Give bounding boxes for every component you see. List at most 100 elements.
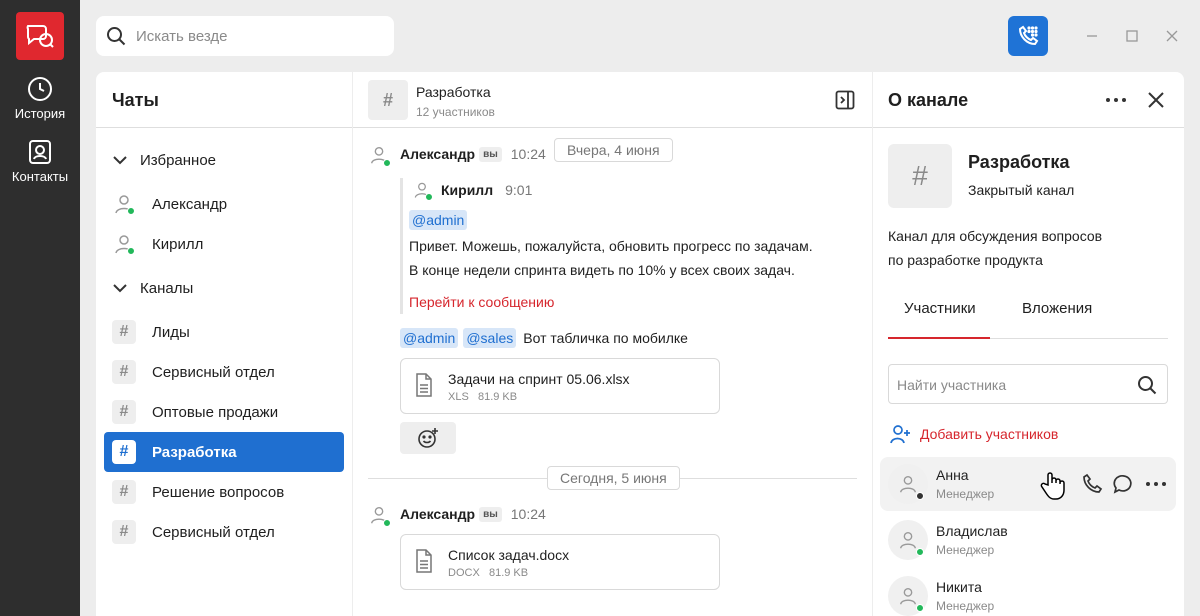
contacts-icon [29,140,51,164]
mention-tag[interactable]: @admin [409,210,468,230]
quote-header: Кирилл 9:01 [441,182,532,198]
sidebar-item-favorite[interactable]: Александр [104,184,344,224]
document-icon [416,373,432,397]
hash-icon: # [112,320,136,344]
sidebar-item-channel[interactable]: # Сервисный отдел [104,512,344,552]
sidebar-item-channel[interactable]: # Лиды [104,312,344,352]
user-avatar [368,504,392,528]
sidebar-item-label: Сервисный отдел [152,523,275,541]
clock-icon [28,77,52,101]
message-author[interactable]: Александр [400,146,475,162]
member-search-placeholder: Найти участника [897,377,1007,393]
phone-dialpad-icon [1018,25,1039,46]
member-row[interactable]: Анна Менеджер [880,457,1176,511]
user-avatar [112,232,136,256]
online-status-dot [127,247,135,255]
favorites-group-toggle[interactable]: Избранное [112,148,216,172]
minimize-button[interactable] [1082,26,1102,46]
file-size: 81.9 KB [477,391,518,403]
channel-hash-icon: # [368,80,408,120]
quote-mention[interactable]: @admin [409,210,468,230]
sidebar-item-label: Решение вопросов [152,483,285,501]
channel-avatar-hash-icon: # [888,144,952,208]
member-row[interactable]: Никита Менеджер [880,569,1176,616]
message-member-button[interactable] [1113,473,1135,500]
sidebar-item-label: Оптовые продажи [152,403,279,421]
window-close-button[interactable] [1162,26,1182,46]
toggle-info-panel-button[interactable] [835,90,855,115]
sidebar-item-channel[interactable]: # Сервисный отдел [104,352,344,392]
date-separator: Сегодня, 5 июня [547,466,680,490]
mention-tag[interactable]: @admin [400,328,459,348]
minimize-icon [1087,35,1097,37]
file-attachment[interactable]: Задачи на спринт 05.06.xlsx XLS 81.9 KB [400,358,720,414]
me-badge: вы [479,506,502,522]
file-attachment[interactable]: Список задач.docx DOCX 81.9 KB [400,534,720,590]
file-name: Задачи на спринт 05.06.xlsx [448,371,630,387]
close-panel-button[interactable] [1146,90,1166,115]
more-horizontal-icon [1146,482,1166,486]
quote-text-line: В конце недели спринта видеть по 10% у в… [409,262,795,278]
message-text: Вот табличка по мобилке [523,330,688,346]
info-channel-type: Закрытый канал [968,182,1075,198]
rail-contacts-label: Контакты [11,169,69,184]
message-header: Александр вы 10:24 [400,506,546,522]
tab-attachments[interactable]: Вложения [1022,300,1092,317]
quote-text-line: Привет. Можешь, пожалуйста, обновить про… [409,238,813,254]
sidebar-title: Чаты [112,90,159,110]
online-status-dot [383,519,391,527]
add-reaction-button[interactable] [400,422,456,454]
cursor-hand-icon [1040,471,1066,506]
message-header: Александр вы 10:24 [400,146,546,162]
call-member-button[interactable] [1081,473,1103,500]
sidebar-item-channel[interactable]: # Оптовые продажи [104,392,344,432]
sidebar-item-channel[interactable]: # Решение вопросов [104,472,344,512]
quote-bar [400,178,403,314]
global-search-input[interactable]: Искать везде [96,16,394,56]
maximize-button[interactable] [1122,26,1142,46]
close-icon [1166,30,1178,42]
go-to-message-link[interactable]: Перейти к сообщению [409,294,554,310]
user-avatar [368,144,392,168]
channels-group-toggle[interactable]: Каналы [112,276,193,300]
add-user-icon [890,425,910,444]
file-ext: DOCX [448,567,480,579]
user-icon [899,531,917,549]
more-options-button[interactable] [1105,90,1127,115]
sidebar-item-label: Александр [152,195,228,213]
sidebar-item-channel-active[interactable]: # Разработка [104,432,344,472]
user-avatar [412,180,433,201]
add-members-button[interactable]: Добавить участников [888,422,1058,446]
dialpad-call-button[interactable] [1008,16,1048,56]
message-time: 10:24 [510,506,546,522]
chat-channel-name: Разработка [416,84,491,100]
pointer-hand-icon [1040,472,1065,500]
member-search-input[interactable]: Найти участника [888,364,1168,404]
mention-tag[interactable]: @sales [463,328,517,348]
me-badge: вы [479,146,502,162]
member-name: Анна [936,467,969,483]
member-row[interactable]: Владислав Менеджер [880,513,1176,567]
emoji-add-icon [418,428,438,448]
user-avatar [888,464,928,504]
user-icon [899,587,917,605]
sidebar-item-favorite[interactable]: Кирилл [104,224,344,264]
user-avatar [888,576,928,616]
app-logo[interactable] [16,12,64,60]
user-icon [899,475,917,493]
rail-item-contacts[interactable]: Контакты [0,139,80,184]
member-role: Менеджер [936,543,995,557]
active-tab-indicator [888,337,990,339]
member-role: Менеджер [936,487,995,501]
member-name: Владислав [936,523,1008,539]
hash-icon: # [112,440,136,464]
tab-members[interactable]: Участники [904,300,976,317]
add-members-label: Добавить участников [920,426,1059,442]
member-more-button[interactable] [1145,474,1167,499]
hash-icon: # [112,480,136,504]
maximize-icon [1126,30,1138,42]
info-channel-name: Разработка [968,152,1070,172]
message-author[interactable]: Александр [400,506,475,522]
rail-item-history[interactable]: История [0,76,80,121]
sidebar-item-label: Разработка [152,443,237,461]
